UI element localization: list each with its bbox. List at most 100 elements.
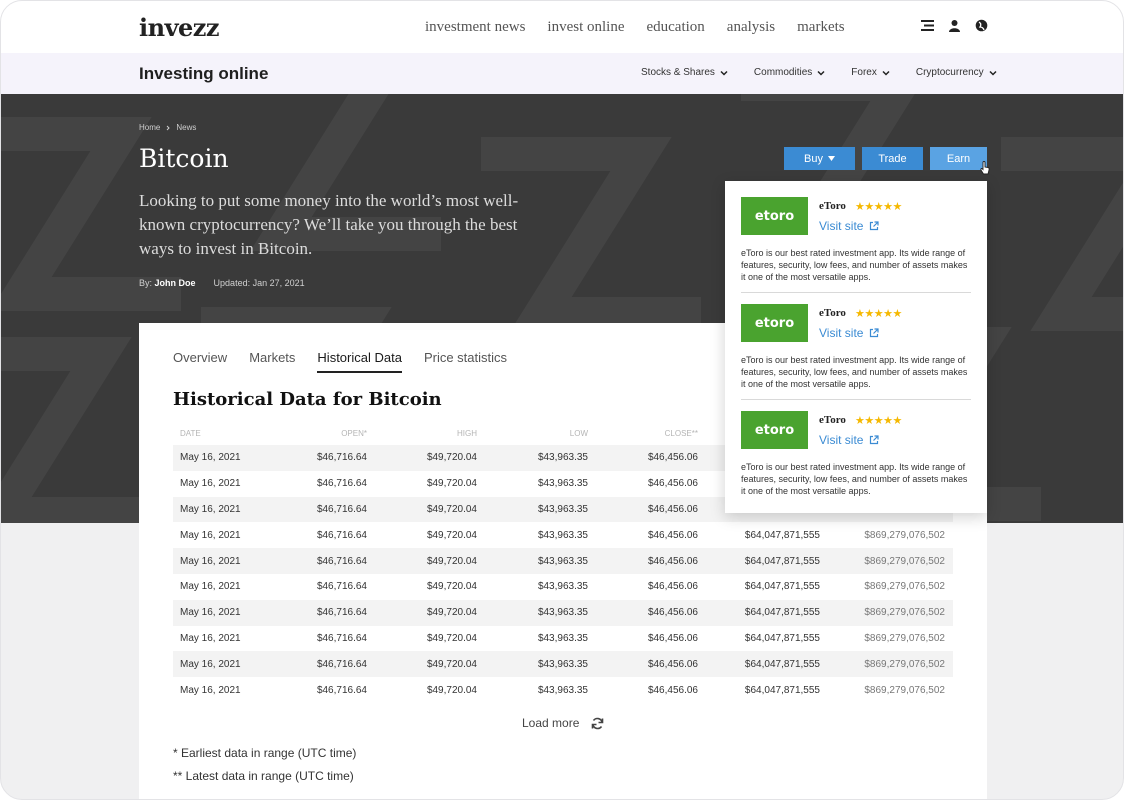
logo-text: etoro (754, 422, 795, 438)
menu-label: Forex (851, 67, 877, 78)
caret-down-icon (827, 156, 835, 161)
section-menu: Stocks & Shares Commodities Forex Crypto… (641, 67, 997, 78)
nav-analysis[interactable]: analysis (727, 19, 775, 36)
table-cell: $46,456.06 (647, 529, 698, 541)
table-cell: $49,720.04 (426, 581, 477, 593)
etoro-logo[interactable]: etoro (741, 304, 808, 342)
table-cell: May 16, 2021 (180, 684, 241, 696)
load-more-label: Load more (522, 716, 580, 730)
breadcrumb-news[interactable]: News (176, 123, 196, 132)
app-window: invezz investment news invest online edu… (0, 0, 1124, 800)
broker-name: eToro (819, 200, 846, 212)
table-cell: $46,456.06 (647, 478, 698, 490)
globe-icon[interactable] (975, 19, 988, 32)
table-cell: $43,963.35 (537, 632, 588, 644)
table-cell: $49,720.04 (426, 555, 477, 567)
visit-site-link[interactable]: Visit site (819, 219, 880, 233)
tab-price-statistics[interactable]: Price statistics (424, 350, 507, 373)
invezz-logo[interactable]: invezz (139, 13, 220, 42)
tab-markets[interactable]: Markets (249, 350, 295, 373)
table-cell: $46,456.06 (647, 658, 698, 670)
column-header-low: Low (569, 429, 588, 438)
menu-stocks-shares[interactable]: Stocks & Shares (641, 67, 728, 78)
menu-label: Stocks & Shares (641, 67, 715, 78)
table-row: May 16, 2021 $46,716.64 $49,720.04 $43,963.… (173, 574, 953, 600)
table-cell: $64,047,871,555 (744, 529, 820, 541)
table-cell: $49,720.04 (426, 684, 477, 696)
etoro-logo[interactable]: etoro (741, 197, 808, 235)
table-cell: $43,963.35 (537, 607, 588, 619)
tab-bar: Overview Markets Historical Data Price s… (173, 350, 507, 373)
external-link-icon (870, 328, 880, 338)
author-line: By: John Doe (139, 278, 196, 288)
footnote-earliest: * Earliest data in range (UTC time) (173, 746, 357, 760)
author-name[interactable]: John Doe (155, 278, 196, 288)
table-cell: $49,720.04 (426, 478, 477, 490)
broker-description: eToro is our best rated investment app. … (741, 462, 968, 496)
table-cell: $46,716.64 (316, 658, 367, 670)
tab-historical-data[interactable]: Historical Data (317, 350, 402, 373)
table-cell: May 16, 2021 (180, 529, 241, 541)
broker-name: eToro (819, 414, 846, 426)
nav-icon-group (921, 19, 988, 32)
earn-button[interactable]: Earn (930, 147, 987, 170)
menu-forex[interactable]: Forex (851, 67, 890, 78)
table-cell: $49,720.04 (426, 607, 477, 619)
nav-investment-news[interactable]: investment news (425, 19, 525, 36)
earn-dropdown: etoro eToro ★★★★★ Visit site eToro is our be… (725, 181, 987, 513)
chevron-down-icon (882, 70, 890, 76)
table-row: May 16, 2021 $46,716.64 $49,720.04 $43,963.… (173, 522, 953, 548)
visit-site-link[interactable]: Visit site (819, 326, 880, 340)
visit-site-link[interactable]: Visit site (819, 433, 880, 447)
table-cell: $46,716.64 (316, 632, 367, 644)
table-cell: $43,963.35 (537, 658, 588, 670)
table-cell: $46,456.06 (647, 503, 698, 515)
hand-cursor-icon (980, 161, 990, 175)
table-row: May 16, 2021 $46,716.64 $49,720.04 $43,963.… (173, 626, 953, 652)
breadcrumb: Home News (139, 123, 196, 132)
table-cell: $64,047,871,555 (744, 607, 820, 619)
table-cell: $43,963.35 (537, 684, 588, 696)
load-more-button[interactable]: Load more (522, 716, 604, 730)
nav-markets[interactable]: markets (797, 19, 844, 36)
table-cell: $869,279,076,502 (864, 607, 945, 619)
table-cell: $869,279,076,502 (864, 529, 945, 541)
table-cell: $869,279,076,502 (864, 555, 945, 567)
by-label: By: (139, 278, 153, 288)
table-cell: $869,279,076,502 (864, 632, 945, 644)
table-cell: $49,720.04 (426, 529, 477, 541)
table-cell: $64,047,871,555 (744, 632, 820, 644)
historical-data-title: Historical Data for Bitcoin (173, 389, 442, 410)
table-cell: $46,456.06 (647, 632, 698, 644)
tab-overview[interactable]: Overview (173, 350, 227, 373)
broker-description: eToro is our best rated investment app. … (741, 355, 968, 389)
table-cell: $46,456.06 (647, 452, 698, 464)
nav-education[interactable]: education (646, 19, 704, 36)
table-cell: May 16, 2021 (180, 478, 241, 490)
etoro-logo[interactable]: etoro (741, 411, 808, 449)
main-menu: investment news invest online education … (425, 19, 845, 36)
broker-description: eToro is our best rated investment app. … (741, 248, 968, 282)
menu-commodities[interactable]: Commodities (754, 67, 825, 78)
menu-label: Commodities (753, 67, 813, 78)
table-cell: May 16, 2021 (180, 555, 241, 567)
star-rating: ★★★★★ (855, 415, 902, 427)
broker-name: eToro (819, 307, 846, 319)
breadcrumb-home[interactable]: Home (139, 123, 160, 132)
user-icon[interactable] (948, 19, 961, 32)
table-cell: $43,963.35 (537, 555, 588, 567)
buy-button[interactable]: Buy (784, 147, 855, 170)
visit-site-label: Visit site (819, 326, 864, 340)
column-header-high: High (457, 429, 477, 438)
nav-invest-online[interactable]: invest online (547, 19, 624, 36)
table-cell: $46,456.06 (647, 555, 698, 567)
table-cell: $49,720.04 (426, 632, 477, 644)
menu-icon[interactable] (921, 19, 934, 32)
trade-button[interactable]: Trade (862, 147, 923, 170)
menu-cryptocurrency[interactable]: Cryptocurrency (916, 67, 997, 78)
page-title: Bitcoin (139, 144, 229, 173)
table-cell: May 16, 2021 (180, 607, 241, 619)
table-cell: $43,963.35 (537, 581, 588, 593)
table-cell: $46,456.06 (647, 684, 698, 696)
table-cell: $64,047,871,555 (744, 684, 820, 696)
